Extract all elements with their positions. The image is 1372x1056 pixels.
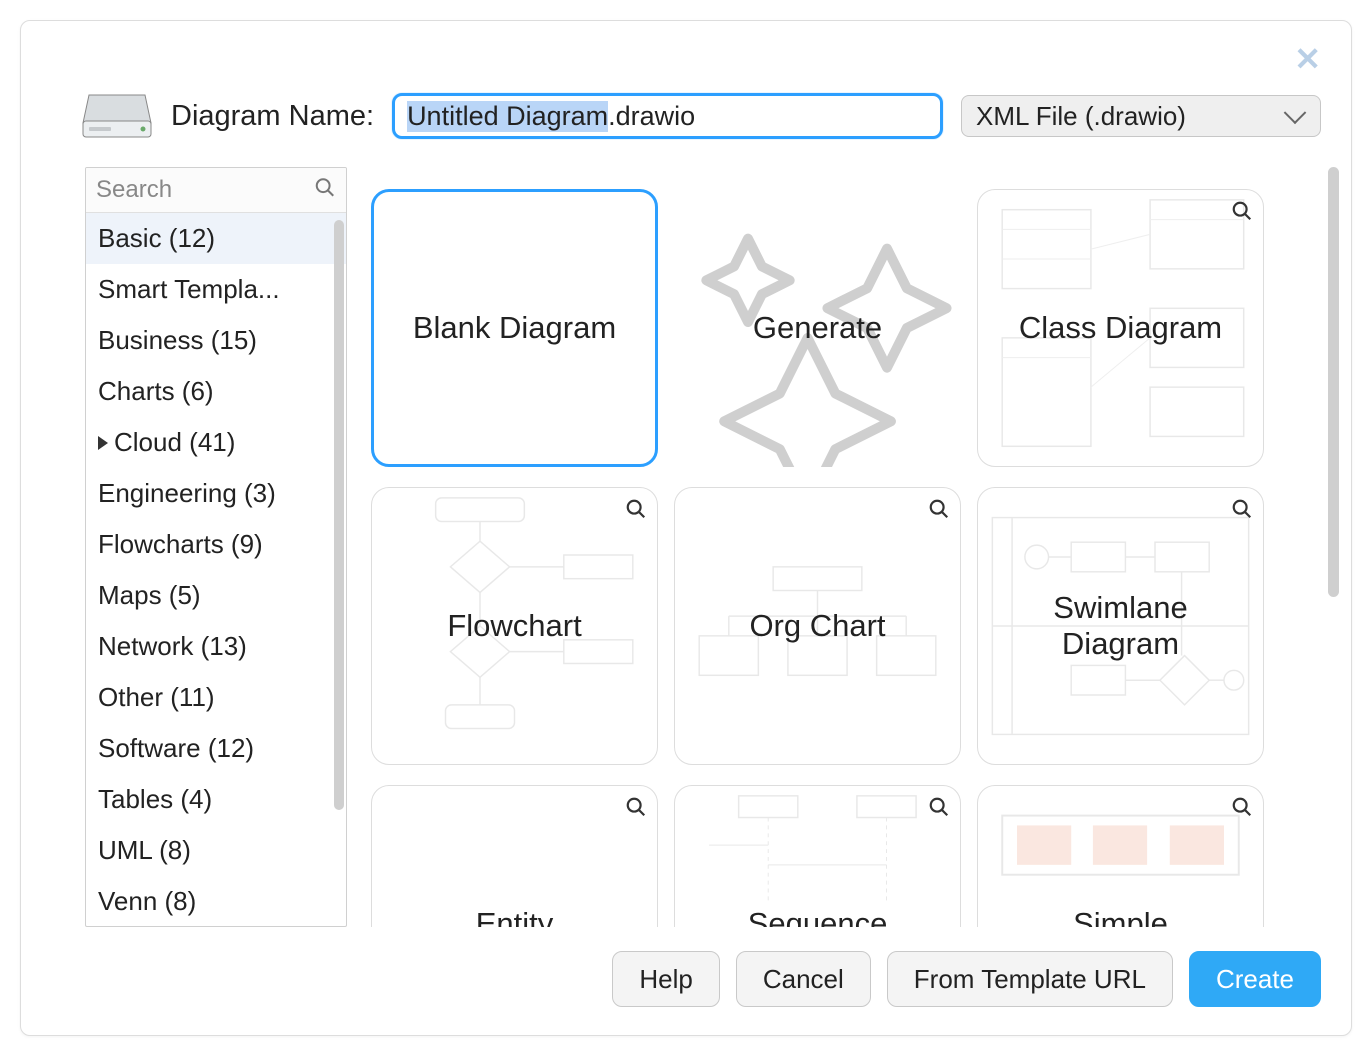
template-label: Sequence [728, 906, 908, 927]
from-template-url-button[interactable]: From Template URL [887, 951, 1173, 1007]
template-card[interactable]: Generate [674, 189, 961, 467]
category-item[interactable]: Flowcharts (9) [86, 519, 346, 570]
category-item[interactable]: Charts (6) [86, 366, 346, 417]
template-label: Class Diagram [999, 310, 1242, 346]
category-list: Basic (12) Smart Templa... Business (15) Ch… [86, 213, 346, 926]
category-item[interactable]: Maps (5) [86, 570, 346, 621]
category-item[interactable]: Engineering (3) [86, 468, 346, 519]
template-scrollbar[interactable] [1328, 167, 1339, 597]
magnify-icon[interactable] [1231, 498, 1253, 525]
category-label: Venn (8) [98, 886, 196, 916]
category-label: Smart Templa... [98, 274, 280, 304]
help-button[interactable]: Help [612, 951, 719, 1007]
category-item[interactable]: UML (8) [86, 825, 346, 876]
magnify-icon[interactable] [1231, 796, 1253, 823]
template-card[interactable]: Flowchart [371, 487, 658, 765]
category-item[interactable]: Smart Templa... [86, 264, 346, 315]
magnify-icon[interactable] [625, 796, 647, 823]
category-label: UML (8) [98, 835, 191, 865]
sidebar-scrollbar[interactable] [334, 220, 344, 810]
category-item[interactable]: Business (15) [86, 315, 346, 366]
diagram-name-input[interactable] [392, 93, 943, 139]
category-label: Maps (5) [98, 580, 201, 610]
category-label: Network (13) [98, 631, 247, 661]
category-item[interactable]: Other (11) [86, 672, 346, 723]
template-card[interactable]: Blank Diagram [371, 189, 658, 467]
file-format-select[interactable]: XML File (.drawio) [961, 95, 1321, 137]
category-item[interactable]: Basic (12) [86, 213, 346, 264]
template-card[interactable]: Simple [977, 785, 1264, 927]
template-label: Swimlane Diagram [978, 590, 1263, 662]
category-label: Basic (12) [98, 223, 215, 253]
dialog-footer: Help Cancel From Template URL Create [21, 927, 1351, 1035]
magnify-icon[interactable] [928, 498, 950, 525]
category-item[interactable]: Venn (8) [86, 876, 346, 926]
category-label: Other (11) [98, 682, 215, 712]
category-label: Cloud (41) [114, 427, 235, 457]
expand-arrow-icon [98, 436, 108, 450]
file-format-select-wrap: XML File (.drawio) [961, 95, 1321, 137]
search-icon [314, 177, 336, 204]
create-button[interactable]: Create [1189, 951, 1321, 1007]
category-sidebar: Basic (12) Smart Templa... Business (15) Ch… [85, 167, 347, 927]
category-item[interactable]: Software (12) [86, 723, 346, 774]
template-label: Blank Diagram [393, 310, 636, 346]
magnify-icon[interactable] [1231, 200, 1253, 227]
category-label: Charts (6) [98, 376, 214, 406]
template-card[interactable]: Class Diagram [977, 189, 1264, 467]
cancel-button[interactable]: Cancel [736, 951, 871, 1007]
template-card[interactable]: Sequence [674, 785, 961, 927]
device-storage-icon [81, 91, 153, 141]
category-item[interactable]: Network (13) [86, 621, 346, 672]
new-diagram-dialog: ✕ Diagram Name: XML File (.drawio) [20, 20, 1352, 1036]
category-label: Business (15) [98, 325, 257, 355]
close-icon[interactable]: ✕ [1294, 43, 1321, 75]
category-label: Engineering (3) [98, 478, 276, 508]
template-label: Flowchart [427, 608, 601, 644]
category-item[interactable]: Cloud (41) [86, 417, 346, 468]
template-card[interactable]: Swimlane Diagram [977, 487, 1264, 765]
category-item[interactable]: Tables (4) [86, 774, 346, 825]
template-card[interactable]: Entity [371, 785, 658, 927]
category-label: Flowcharts (9) [98, 529, 263, 559]
diagram-name-label: Diagram Name: [171, 100, 374, 133]
category-label: Tables (4) [98, 784, 212, 814]
magnify-icon[interactable] [625, 498, 647, 525]
template-label: Entity [456, 906, 574, 927]
template-label: Org Chart [729, 608, 905, 644]
template-label: Generate [733, 310, 902, 346]
template-card[interactable]: Org Chart [674, 487, 961, 765]
magnify-icon[interactable] [928, 796, 950, 823]
template-label: Simple [1053, 906, 1188, 927]
dialog-header: Diagram Name: XML File (.drawio) [21, 21, 1351, 167]
category-label: Software (12) [98, 733, 254, 763]
search-input[interactable] [86, 168, 346, 212]
template-area: Blank Diagram Generate Class Diagram Flowch… [365, 167, 1339, 927]
